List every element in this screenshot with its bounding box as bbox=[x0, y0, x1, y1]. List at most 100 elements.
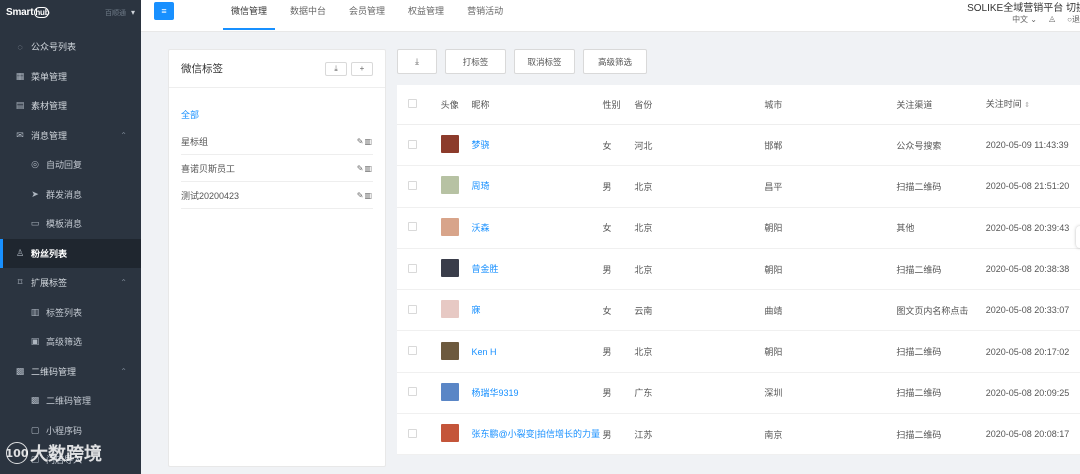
gender-cell: 男 bbox=[602, 181, 612, 192]
trash-icon[interactable]: ▥ bbox=[364, 164, 373, 173]
avatar[interactable] bbox=[440, 424, 459, 443]
avatar[interactable] bbox=[440, 176, 459, 195]
channel-cell: 扫描二维码 bbox=[896, 388, 942, 399]
city-cell: 朝阳 bbox=[764, 264, 783, 275]
sidebar-item-messages[interactable]: ✉ 消息管理 ⌃ bbox=[0, 121, 141, 151]
sidebar-item-extended-tags[interactable]: ⌑ 扩展标签 ⌃ bbox=[0, 268, 141, 298]
avatar[interactable] bbox=[440, 259, 459, 278]
avatar[interactable] bbox=[440, 341, 459, 360]
row-checkbox[interactable] bbox=[408, 180, 417, 190]
table-row[interactable]: 杨瑞华9319 男 广东 深圳 扫描二维码 2020-05-08 20:09:2… bbox=[397, 373, 1080, 415]
tag-panel-header: 微信标签 ⤓ + bbox=[169, 50, 385, 88]
tag-all[interactable]: 全部 bbox=[181, 100, 373, 128]
nickname-link[interactable]: 寐 bbox=[472, 304, 603, 316]
top-nav-tabs: 微信管理 数据中台 会员管理 权益管理 营销活动 bbox=[221, 0, 516, 31]
sort-icon[interactable]: ⇕ bbox=[1024, 102, 1030, 109]
table-row[interactable]: Ken H 男 北京 朝阳 扫描二维码 2020-05-08 20:17:02 bbox=[397, 331, 1080, 373]
row-checkbox[interactable] bbox=[408, 304, 417, 314]
sidebar-item-broadcast[interactable]: ➤ 群发消息 bbox=[0, 180, 141, 210]
template-icon: ▭ bbox=[30, 218, 40, 229]
nickname-link[interactable]: 沃森 bbox=[472, 222, 603, 234]
row-checkbox[interactable] bbox=[408, 428, 417, 438]
row-checkbox[interactable] bbox=[408, 222, 417, 232]
scrollbar-handle[interactable] bbox=[1076, 226, 1080, 248]
table-row[interactable]: 曾金胜 男 北京 朝阳 扫描二维码 2020-05-08 20:38:38 bbox=[397, 249, 1080, 291]
sidebar-item-fans[interactable]: ♙ 粉丝列表 bbox=[0, 238, 141, 268]
row-checkbox[interactable] bbox=[408, 387, 417, 397]
language-select[interactable]: 中文 ⌄ bbox=[1012, 14, 1037, 25]
tab-member-manage[interactable]: 会员管理 bbox=[339, 0, 395, 31]
wechat-icon: ◌ bbox=[17, 41, 23, 52]
sidebar-item-label: 群发消息 bbox=[46, 189, 83, 200]
download-icon[interactable]: ⤓ bbox=[325, 61, 347, 76]
nickname-link[interactable]: 张东鹏@小裂变|拍信增长的力量 bbox=[472, 428, 603, 440]
sidebar-menu: ◌ 公众号列表 ▦ 菜单管理 ▤ 素材管理 ✉ 消息管理 ⌃ ◎ 自动回复 ➤ 群发消息 ▭ 模… bbox=[0, 25, 141, 474]
select-all-checkbox[interactable] bbox=[408, 99, 417, 108]
avatar[interactable] bbox=[440, 300, 459, 319]
avatar[interactable] bbox=[440, 382, 459, 401]
row-checkbox[interactable] bbox=[408, 139, 417, 149]
nickname-link[interactable]: 梦骁 bbox=[472, 139, 603, 151]
platform-title[interactable]: SOLIKE全域营销平台 切换 bbox=[967, 0, 1080, 14]
sidebar-item-qrcode[interactable]: ▩ 二维码管理 ⌃ bbox=[0, 357, 141, 387]
tab-data-center[interactable]: 数据中台 bbox=[280, 0, 336, 31]
advanced-filter-button[interactable]: 高级筛选 bbox=[583, 49, 647, 74]
fans-main-panel: ⤓ 打标签 取消标签 高级筛选 头像 昵称 性别 省份 城市 关注渠道 关注时间… bbox=[397, 38, 1080, 474]
export-button[interactable]: ⤓ bbox=[397, 49, 437, 74]
language-label: 中文 bbox=[1012, 15, 1029, 24]
row-checkbox[interactable] bbox=[408, 346, 417, 356]
tag-item[interactable]: 星标组 ✎▥ bbox=[181, 128, 373, 155]
sidebar-item-material[interactable]: ▤ 素材管理 bbox=[0, 91, 141, 121]
tag-panel-actions: ⤓ + bbox=[325, 61, 373, 76]
avatar[interactable] bbox=[440, 135, 459, 154]
add-tag-button[interactable]: + bbox=[351, 61, 373, 76]
col-follow-time-label: 关注时间 bbox=[985, 98, 1022, 109]
sidebar-item-official-accounts[interactable]: ◌ 公众号列表 bbox=[0, 32, 141, 62]
tab-marketing[interactable]: 营销活动 bbox=[457, 0, 513, 31]
sidebar-item-advanced-filter[interactable]: ▣ 高级筛选 bbox=[0, 327, 141, 357]
follow-time-cell: 2020-05-09 11:43:39 bbox=[985, 140, 1069, 151]
col-channel: 关注渠道 bbox=[896, 100, 933, 110]
send-icon: ➤ bbox=[31, 188, 39, 199]
nickname-link[interactable]: Ken H bbox=[472, 346, 603, 358]
chevron-down-icon: ⌄ bbox=[1030, 15, 1037, 24]
sidebar-item-qrcode-manage[interactable]: ▩ 二维码管理 bbox=[0, 386, 141, 416]
tag-actions: ✎▥ bbox=[357, 191, 373, 200]
nickname-link[interactable]: 曾金胜 bbox=[472, 263, 603, 275]
logout-button[interactable]: ○退出 bbox=[1067, 14, 1080, 25]
add-tag-to-fans-button[interactable]: 打标签 bbox=[445, 49, 506, 74]
sidebar-item-tag-list[interactable]: ▥ 标签列表 bbox=[0, 298, 141, 328]
chevron-up-icon: ⌃ bbox=[120, 130, 127, 140]
gender-cell: 男 bbox=[602, 388, 612, 399]
remove-tag-button[interactable]: 取消标签 bbox=[514, 49, 575, 74]
row-checkbox[interactable] bbox=[408, 263, 417, 273]
sidebar-item-label: 标签列表 bbox=[46, 307, 83, 318]
menu-icon[interactable]: ≡ bbox=[154, 2, 174, 20]
table-toolbar: ⤓ 打标签 取消标签 高级筛选 bbox=[397, 38, 1080, 74]
table-row[interactable]: 张东鹏@小裂变|拍信增长的力量 男 江苏 南京 扫描二维码 2020-05-08… bbox=[397, 414, 1080, 456]
chevron-up-icon: ⌃ bbox=[120, 366, 127, 376]
tab-wechat-manage[interactable]: 微信管理 bbox=[221, 0, 277, 31]
nickname-link[interactable]: 杨瑞华9319 bbox=[472, 387, 603, 399]
table-row[interactable]: 寐 女 云南 曲靖 图文页内名称点击 2020-05-08 20:33:07 bbox=[397, 290, 1080, 332]
col-gender: 性别 bbox=[602, 100, 621, 110]
avatar[interactable] bbox=[440, 217, 459, 236]
bell-icon[interactable]: ◬ bbox=[1049, 14, 1055, 25]
tag-item[interactable]: 喜诺贝斯员工 ✎▥ bbox=[181, 155, 373, 182]
sidebar-item-auto-reply[interactable]: ◎ 自动回复 bbox=[0, 150, 141, 180]
account-switcher[interactable]: 百顺通 ▾ bbox=[105, 8, 135, 18]
tab-benefits-manage[interactable]: 权益管理 bbox=[398, 0, 454, 31]
trash-icon[interactable]: ▥ bbox=[364, 137, 373, 146]
nickname-link[interactable]: 周琦 bbox=[472, 180, 603, 192]
table-row[interactable]: 沃森 女 北京 朝阳 其他 2020-05-08 20:39:43 bbox=[397, 208, 1080, 249]
col-follow-time[interactable]: 关注时间 ⇕ bbox=[986, 98, 1080, 112]
sidebar-item-template[interactable]: ▭ 模板消息 bbox=[0, 209, 141, 239]
brand-logo[interactable]: Smart hub bbox=[6, 7, 50, 18]
trash-icon[interactable]: ▥ bbox=[364, 191, 373, 200]
table-row[interactable]: 周琦 男 北京 昌平 扫描二维码 2020-05-08 21:51:20 bbox=[397, 166, 1080, 208]
province-cell: 北京 bbox=[634, 264, 653, 275]
col-nickname: 昵称 bbox=[471, 100, 490, 110]
table-row[interactable]: 梦骁 女 河北 邯郸 公众号搜索 2020-05-09 11:43:39 bbox=[397, 125, 1080, 167]
tag-item[interactable]: 测试20200423 ✎▥ bbox=[181, 182, 373, 209]
sidebar-item-menu-manage[interactable]: ▦ 菜单管理 bbox=[0, 62, 141, 92]
